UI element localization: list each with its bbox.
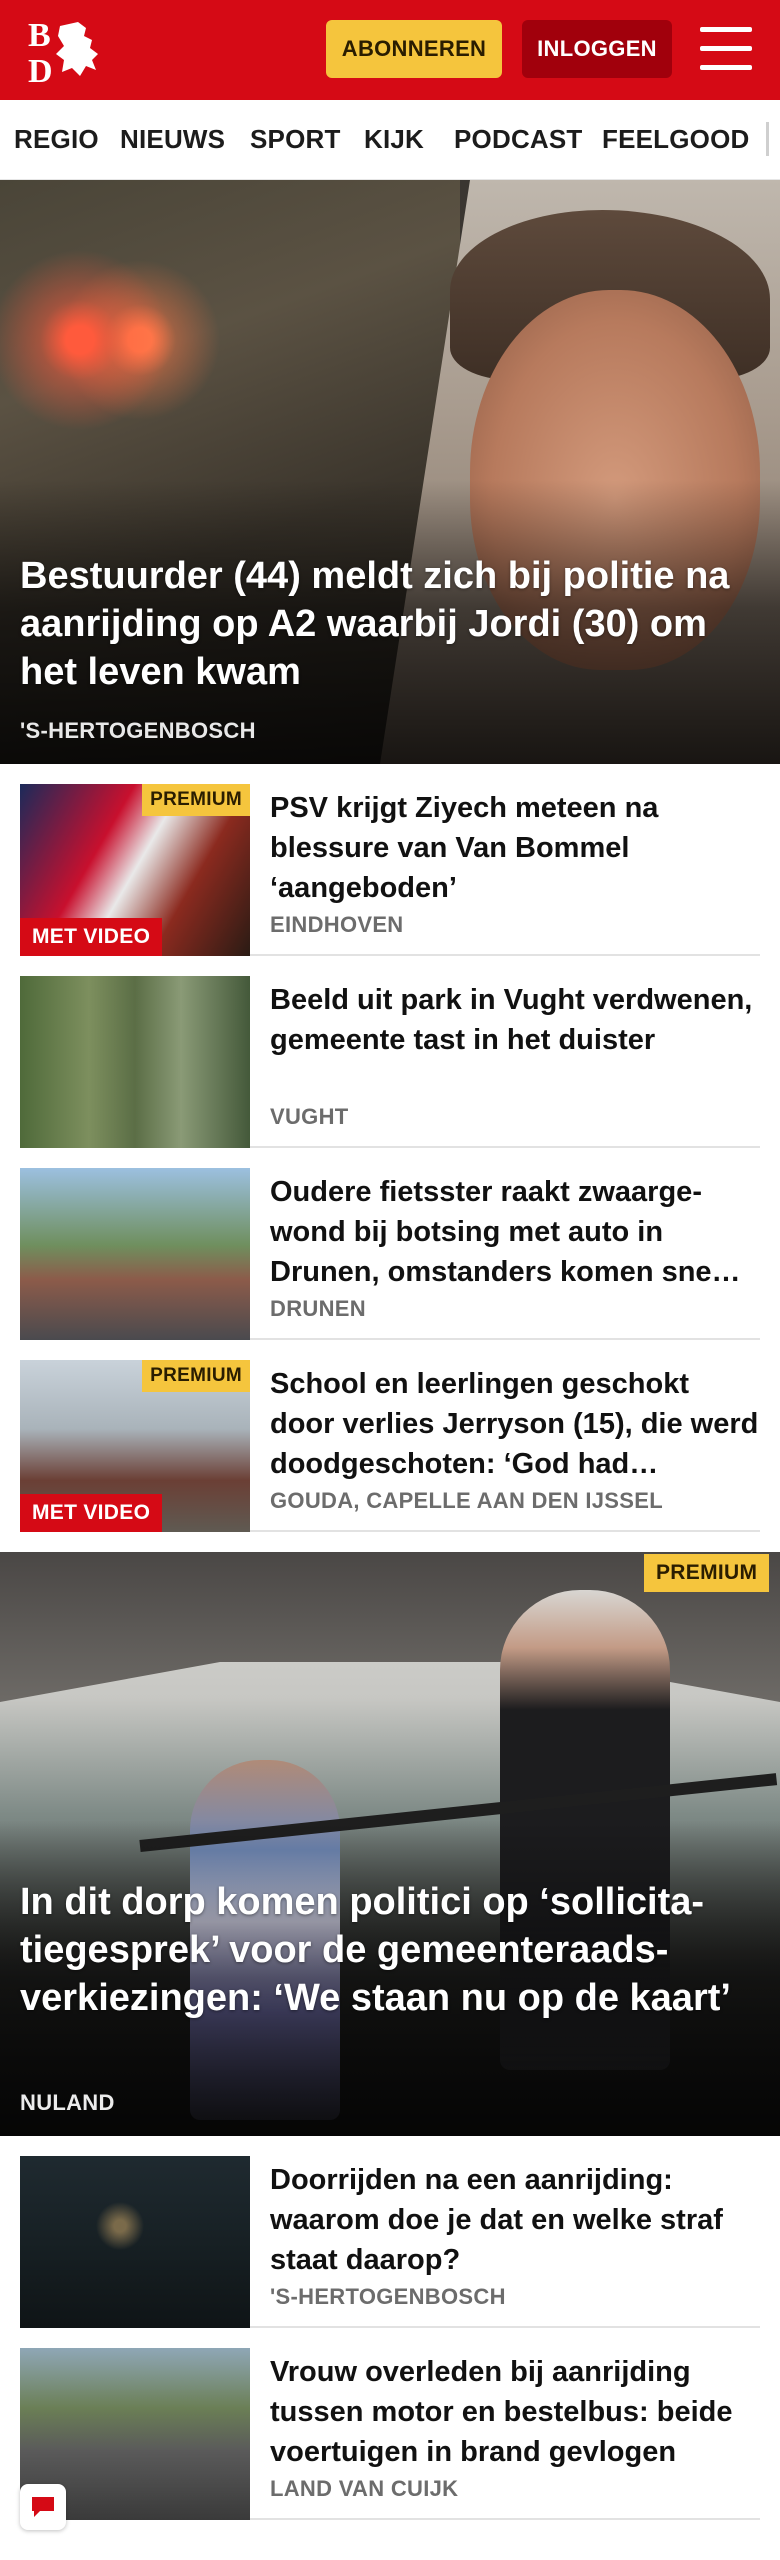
article-thumbnail	[20, 976, 250, 1148]
article-title[interactable]: Beeld uit park in Vught verdwenen, gemee…	[270, 980, 760, 1060]
article-item[interactable]: Beeld uit park in Vught verdwenen, gemee…	[20, 976, 760, 1148]
feature-title[interactable]: In dit dorp komen politici op ‘sollicita…	[20, 1878, 760, 2022]
section-nav: REGIO NIEUWS SPORT KIJK PODCAST FEELGOOD	[0, 100, 780, 180]
site-header: B D ABONNEREN INLOGGEN	[0, 0, 780, 100]
svg-text:B: B	[28, 17, 51, 54]
article-location: GOUDA, CAPELLE AAN DEN IJSSEL	[270, 1488, 663, 1513]
nav-item-podcast[interactable]: PODCAST	[454, 124, 583, 155]
lion-logo-icon: B D	[28, 17, 98, 90]
subscribe-button[interactable]: ABONNEREN	[326, 20, 502, 78]
nav-item-kijk[interactable]: KIJK	[364, 124, 424, 155]
article-item[interactable]: Oudere fietsster raakt zwaarge­wond bij …	[20, 1168, 760, 1340]
article-thumbnail	[20, 1168, 250, 1340]
video-badge: MET VIDEO	[20, 1494, 163, 1532]
nav-item-sport[interactable]: SPORT	[250, 124, 341, 155]
article-title[interactable]: Doorrijden na een aanrijding: waarom doe…	[270, 2160, 760, 2280]
nav-overflow-indicator	[766, 122, 769, 156]
login-button[interactable]: INLOGGEN	[522, 20, 672, 78]
article-thumbnail: PREMIUM MET VIDEO	[20, 1360, 250, 1532]
article-item[interactable]: Vrouw overleden bij aanrijding tussen mo…	[20, 2348, 760, 2520]
feature-location: NULAND	[20, 2090, 115, 2115]
nav-item-nieuws[interactable]: NIEUWS	[120, 124, 225, 155]
premium-badge: PREMIUM	[142, 784, 250, 816]
site-logo[interactable]: B D	[26, 14, 116, 90]
chat-bubble-icon	[32, 2497, 54, 2517]
article-item[interactable]: PREMIUM MET VIDEO School en leerlingen g…	[20, 1360, 760, 1532]
video-badge: MET VIDEO	[20, 918, 163, 956]
article-location: VUGHT	[270, 1104, 349, 1129]
article-location: LAND VAN CUIJK	[270, 2476, 459, 2501]
article-title[interactable]: PSV krijgt Ziyech meteen na blessure van…	[270, 788, 760, 908]
nav-item-feelgood[interactable]: FEELGOOD	[602, 124, 750, 155]
hero-title[interactable]: Bestuurder (44) meldt zich bij politie n…	[20, 552, 760, 696]
feedback-button[interactable]	[20, 2484, 66, 2530]
article-item[interactable]: PREMIUM MET VIDEO PSV krijgt Ziyech mete…	[20, 784, 760, 956]
hero-location: 'S-HERTOGENBOSCH	[20, 718, 256, 743]
article-title[interactable]: Oudere fietsster raakt zwaarge­wond bij …	[270, 1172, 760, 1292]
svg-text:D: D	[28, 53, 53, 86]
article-item[interactable]: Doorrijden na een aanrijding: waarom doe…	[20, 2156, 760, 2328]
article-location: EINDHOVEN	[270, 912, 404, 937]
hamburger-menu-icon[interactable]	[700, 27, 752, 71]
premium-badge: PREMIUM	[644, 1554, 770, 1592]
article-thumbnail: PREMIUM MET VIDEO	[20, 784, 250, 956]
premium-badge: PREMIUM	[142, 1360, 250, 1392]
article-title[interactable]: Vrouw overleden bij aanrijding tussen mo…	[270, 2352, 760, 2472]
nav-item-regio[interactable]: REGIO	[14, 124, 99, 155]
article-location: DRUNEN	[270, 1296, 366, 1321]
article-location: 'S-HERTOGENBOSCH	[270, 2284, 506, 2309]
article-thumbnail	[20, 2156, 250, 2328]
article-title[interactable]: School en leerlingen geschokt door verli…	[270, 1364, 760, 1484]
